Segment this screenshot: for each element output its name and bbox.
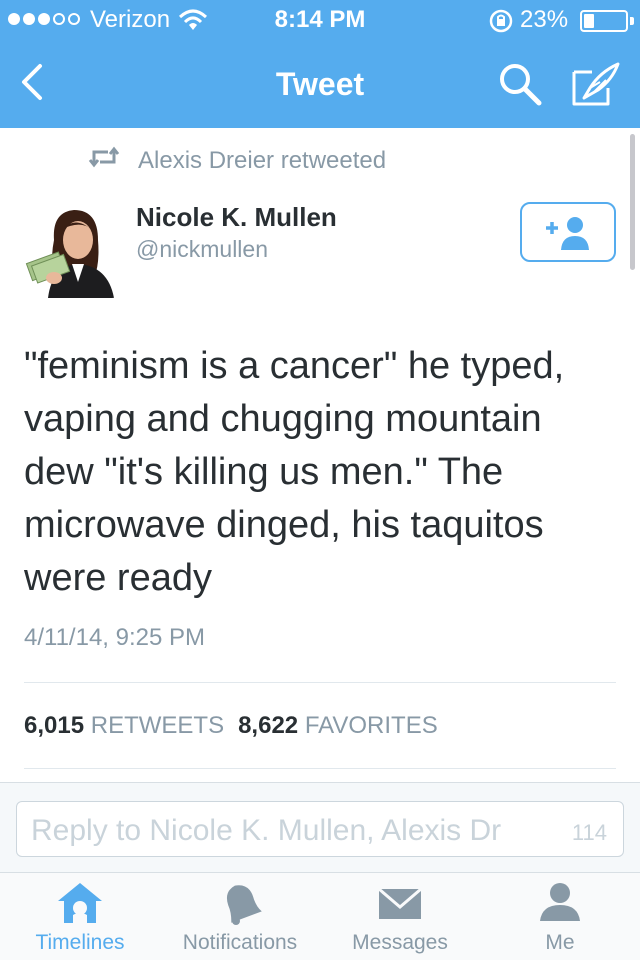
status-bar: Verizon 8:14 PM 23% — [0, 0, 640, 40]
reply-input[interactable]: Reply to Nicole K. Mullen, Alexis Dr 114 — [16, 801, 624, 857]
scrollbar[interactable] — [630, 134, 635, 270]
character-count: 114 — [569, 820, 607, 846]
app-header: Verizon 8:14 PM 23% Tweet — [0, 0, 640, 128]
tweet-text: "feminism is a cancer" he typed, vaping … — [24, 345, 565, 599]
reply-bar: Reply to Nicole K. Mullen, Alexis Dr 114 — [0, 782, 640, 876]
battery-level — [584, 14, 595, 28]
home-icon — [56, 881, 104, 925]
tab-label: Messages — [352, 931, 448, 954]
tab-timelines[interactable]: Timelines — [0, 873, 160, 960]
search-icon[interactable] — [496, 60, 544, 108]
person-icon — [536, 881, 584, 925]
reply-placeholder: Reply to Nicole K. Mullen, Alexis Dr — [31, 814, 502, 847]
retweeted-by[interactable]: Alexis Dreier retweeted — [88, 146, 386, 175]
retweeted-by-label: Alexis Dreier retweeted — [138, 146, 387, 174]
author-name[interactable]: Nicole K. Mullen — [136, 202, 337, 233]
tab-label: Me — [545, 931, 575, 954]
rotation-lock-icon — [488, 8, 514, 41]
favorites-count: 8,622 — [238, 712, 299, 739]
author-handle[interactable]: @nickmullen — [136, 236, 268, 263]
battery-icon — [580, 10, 628, 32]
bell-icon — [216, 881, 264, 925]
follow-button[interactable] — [520, 202, 616, 262]
retweets-count: 6,015 — [24, 712, 85, 739]
tab-me[interactable]: Me — [480, 873, 640, 960]
battery-percent: 23% — [520, 6, 569, 33]
tab-notifications[interactable]: Notifications — [160, 873, 320, 960]
avatar[interactable] — [24, 200, 120, 298]
divider — [24, 682, 616, 683]
tweet-stats: 6,015 RETWEETS 8,622 FAVORITES — [24, 712, 438, 740]
page-title: Tweet — [275, 66, 365, 102]
compose-icon[interactable] — [570, 60, 622, 108]
tweet-timestamp: 4/11/14, 9:25 PM — [24, 624, 206, 651]
nav-bar: Tweet — [0, 40, 640, 128]
retweets-label: RETWEETS — [90, 712, 225, 739]
retweets-stat[interactable]: 6,015 RETWEETS — [24, 712, 224, 740]
divider — [24, 768, 616, 769]
tab-label: Notifications — [182, 931, 298, 954]
favorites-label: FAVORITES — [304, 712, 438, 739]
tab-messages[interactable]: Messages — [320, 873, 480, 960]
retweet-icon — [88, 146, 120, 175]
favorites-stat[interactable]: 8,622 FAVORITES — [238, 712, 438, 740]
battery-cap — [630, 17, 634, 25]
add-user-icon — [544, 214, 594, 257]
tab-bar: Timelines Notifications Messages Me — [0, 872, 640, 960]
tab-label: Timelines — [35, 931, 125, 954]
envelope-icon — [376, 881, 424, 925]
